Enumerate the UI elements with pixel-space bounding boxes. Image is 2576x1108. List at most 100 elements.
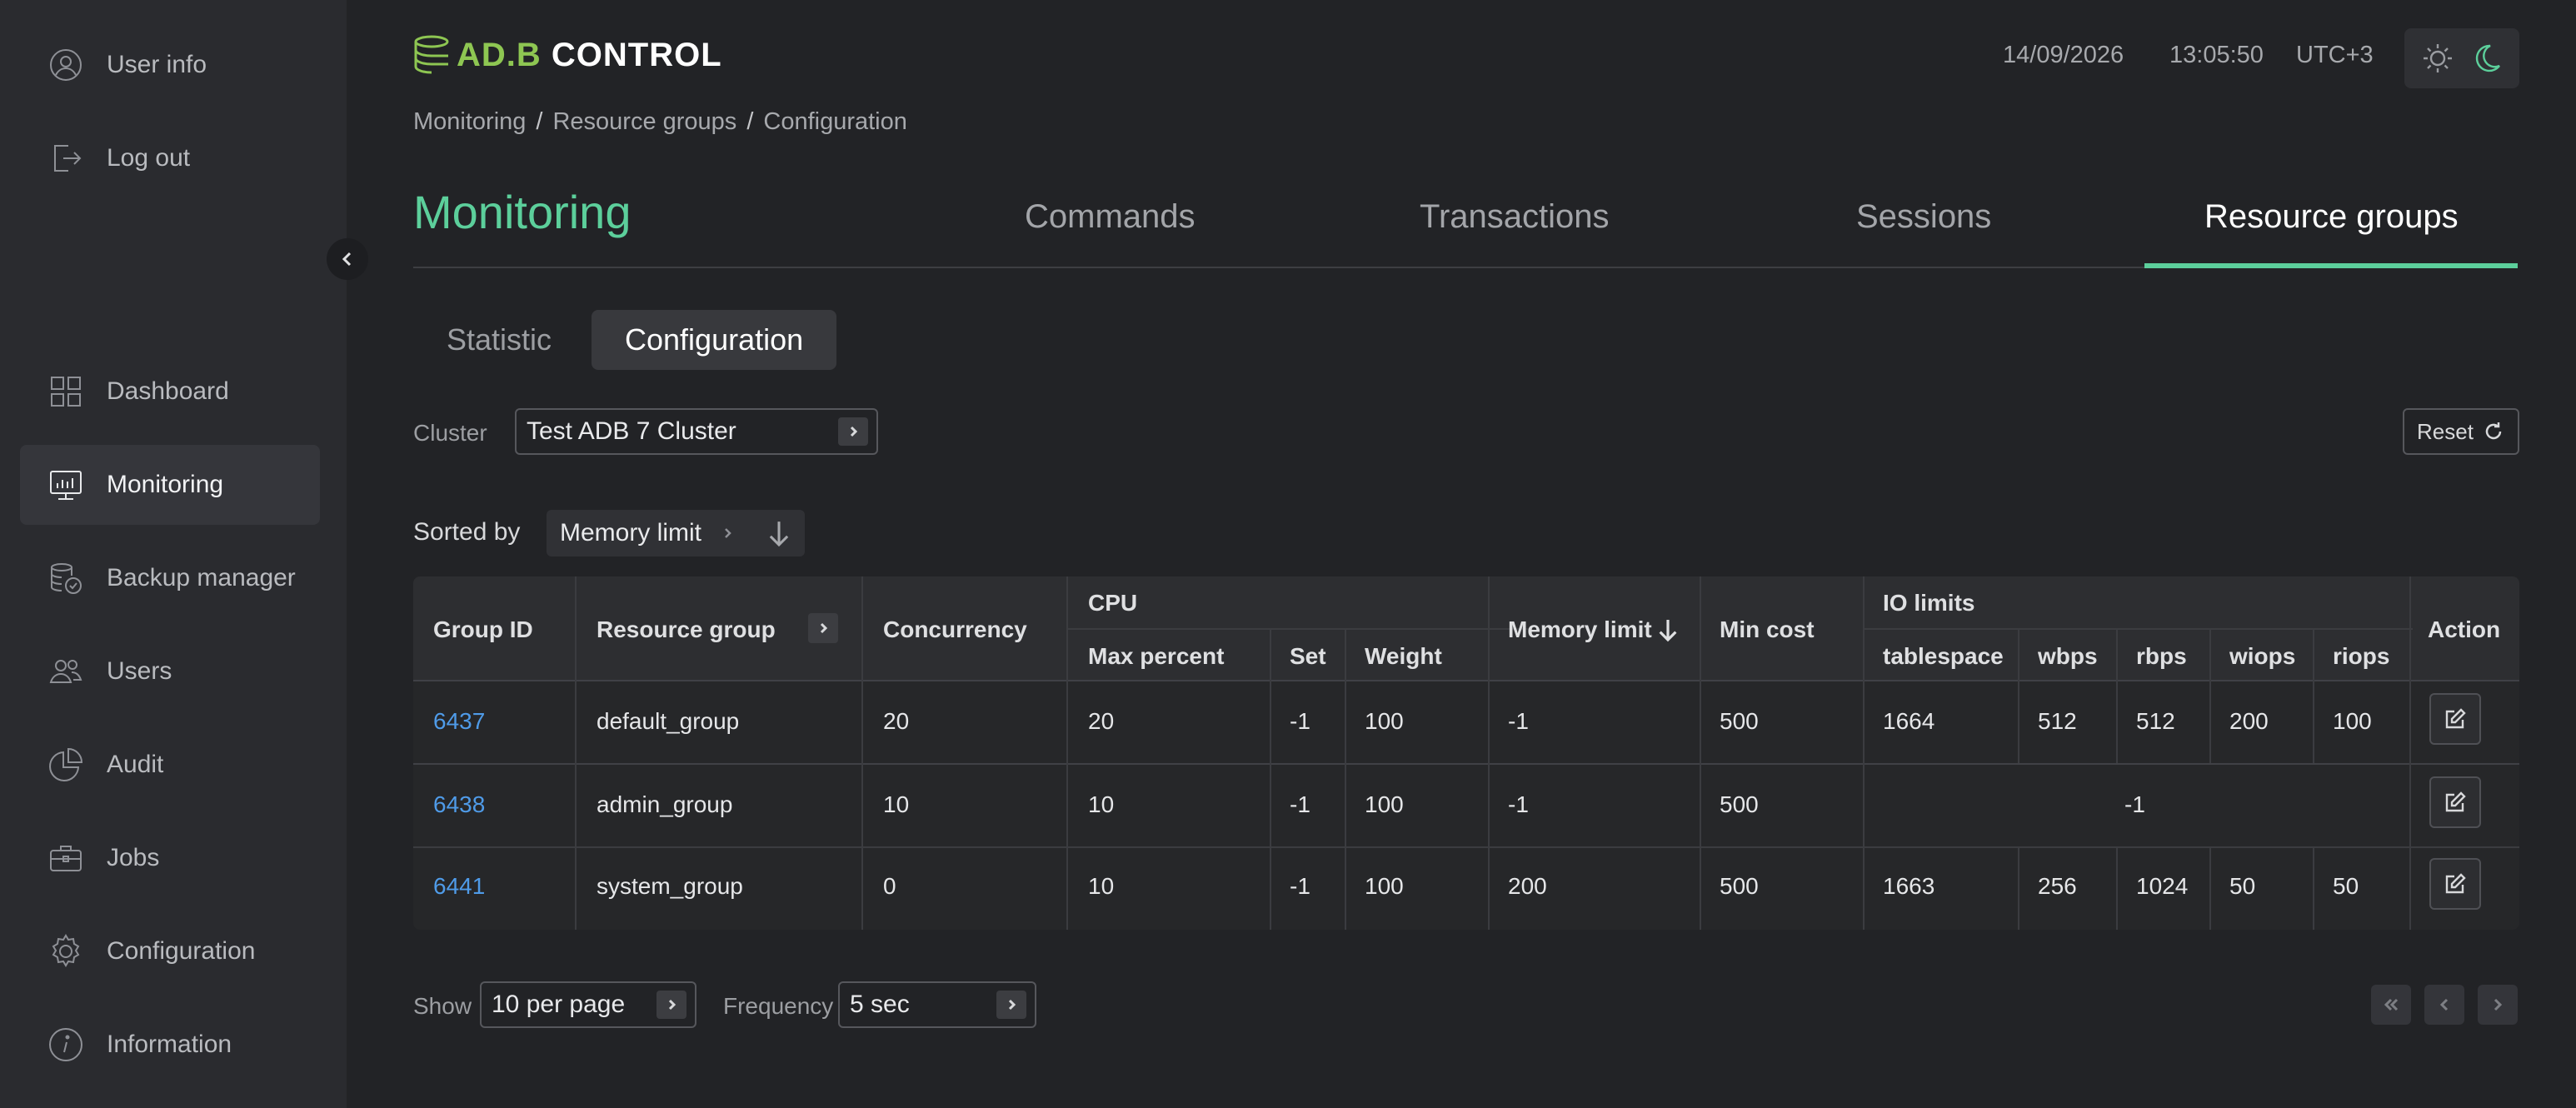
sidebar-item-label: User info: [107, 51, 207, 78]
sidebar-item-information[interactable]: Information: [20, 1005, 320, 1085]
first-page-button[interactable]: [2371, 985, 2411, 1025]
database-logo-icon: [414, 35, 449, 74]
sidebar-item-log-out[interactable]: Log out: [20, 118, 320, 198]
column-header-wbps[interactable]: wbps: [2038, 643, 2098, 670]
logo: AD.B CONTROL: [413, 32, 722, 78]
edit-icon: [2445, 791, 2466, 812]
column-divider: [1863, 576, 1865, 930]
cluster-select-value: Test ADB 7 Cluster: [527, 417, 736, 445]
sidebar-item-label: Jobs: [107, 844, 160, 871]
sidebar-item-configuration[interactable]: Configuration: [20, 911, 320, 991]
tab-commands[interactable]: Commands: [1025, 198, 1196, 236]
column-header-set[interactable]: Set: [1290, 643, 1326, 670]
sidebar-item-label: Audit: [107, 751, 164, 778]
info-icon: [47, 1026, 85, 1064]
collapse-sidebar-button[interactable]: [327, 238, 368, 280]
chevron-right-icon: [656, 991, 686, 1019]
frequency-value: 5 sec: [850, 991, 910, 1018]
column-header-tablespace[interactable]: tablespace: [1883, 643, 2004, 670]
active-tab-indicator: [2144, 263, 2518, 268]
jobs-icon: [47, 839, 85, 877]
edit-icon: [2445, 708, 2466, 729]
resource-groups-table: Group ID Resource group Concurrency CPU …: [413, 576, 2519, 930]
rbps-cell: 512: [2136, 708, 2175, 734]
theme-toggle[interactable]: [2404, 28, 2519, 88]
group-id-link[interactable]: 6438: [433, 791, 485, 818]
chevron-left-icon: [2439, 998, 2449, 1011]
subtab-configuration[interactable]: Configuration: [592, 310, 837, 370]
backup-icon: [47, 559, 85, 597]
tab-transactions[interactable]: Transactions: [1420, 198, 1610, 236]
sidebar-item-monitoring[interactable]: Monitoring: [20, 445, 320, 525]
group-id-link[interactable]: 6441: [433, 873, 485, 900]
column-header-riops[interactable]: riops: [2333, 643, 2389, 670]
column-header-wiops[interactable]: wiops: [2229, 643, 2295, 670]
column-divider: [575, 576, 577, 930]
user-icon: [47, 46, 85, 84]
column-header-memory-limit[interactable]: Memory limit: [1508, 616, 1652, 643]
resource-group-cell: system_group: [597, 873, 743, 899]
double-chevron-left-icon: [2384, 998, 2399, 1011]
io-limits-merged-cell: -1: [2124, 791, 2145, 817]
sidebar-item-dashboard[interactable]: Dashboard: [20, 352, 320, 432]
sort-descending-icon[interactable]: [763, 517, 795, 549]
column-header-weight[interactable]: Weight: [1365, 643, 1442, 670]
reset-button[interactable]: Reset: [2403, 408, 2519, 455]
frequency-select[interactable]: 5 sec: [838, 981, 1036, 1028]
resource-group-cell: default_group: [597, 708, 740, 734]
tab-resource-groups[interactable]: Resource groups: [2204, 198, 2459, 236]
resource-group-cell: admin_group: [597, 791, 733, 817]
sidebar-item-audit[interactable]: Audit: [20, 725, 320, 805]
edit-button[interactable]: [2429, 858, 2481, 910]
sidebar-item-jobs[interactable]: Jobs: [20, 818, 320, 898]
column-divider: [2116, 846, 2118, 930]
weight-cell: 100: [1365, 708, 1404, 734]
sidebar: User info Log out Dashboard Monitoring B…: [0, 0, 368, 1108]
max-percent-cell: 20: [1088, 708, 1115, 734]
column-divider: [2313, 846, 2314, 930]
chevron-left-icon: [342, 252, 352, 267]
group-id-link[interactable]: 6437: [433, 708, 485, 735]
header-divider: [1863, 628, 2413, 630]
column-divider: [2209, 628, 2211, 763]
sun-icon[interactable]: [2421, 42, 2454, 75]
next-page-button[interactable]: [2478, 985, 2518, 1025]
tab-sessions[interactable]: Sessions: [1856, 198, 1991, 236]
row-divider: [413, 763, 2519, 765]
column-header-max-percent[interactable]: Max percent: [1088, 643, 1224, 670]
moon-icon[interactable]: [2470, 42, 2504, 75]
breadcrumb-item-monitoring[interactable]: Monitoring: [413, 108, 526, 136]
edit-button[interactable]: [2429, 776, 2481, 828]
rbps-cell: 1024: [2136, 873, 2189, 899]
column-divider: [1700, 576, 1701, 930]
audit-icon: [47, 746, 85, 784]
column-header-group-id[interactable]: Group ID: [433, 616, 533, 643]
sort-arrow-down-icon[interactable]: [1655, 616, 1681, 643]
sidebar-item-users[interactable]: Users: [20, 631, 320, 711]
edit-button[interactable]: [2429, 693, 2481, 745]
breadcrumb-item-resource-groups[interactable]: Resource groups: [552, 108, 736, 136]
column-header-concurrency[interactable]: Concurrency: [883, 616, 1027, 643]
page-size-select[interactable]: 10 per page: [480, 981, 696, 1028]
sidebar-item-user-info[interactable]: User info: [20, 25, 320, 105]
min-cost-cell: 500: [1720, 791, 1759, 817]
row-divider: [413, 846, 2519, 848]
sort-field-select[interactable]: Memory limit: [547, 510, 805, 556]
cluster-select[interactable]: Test ADB 7 Cluster: [515, 408, 878, 455]
max-percent-cell: 10: [1088, 791, 1115, 817]
tablespace-cell: 1664: [1883, 708, 1935, 734]
tablespace-cell: 1663: [1883, 873, 1935, 899]
column-expand-button[interactable]: [808, 613, 838, 643]
wiops-cell: 200: [2229, 708, 2269, 734]
min-cost-cell: 500: [1720, 708, 1759, 734]
prev-page-button[interactable]: [2424, 985, 2464, 1025]
monitoring-icon: [47, 466, 85, 504]
column-header-resource-group[interactable]: Resource group: [597, 616, 776, 643]
subtab-statistic[interactable]: Statistic: [413, 310, 585, 370]
column-header-rbps[interactable]: rbps: [2136, 643, 2187, 670]
header-date: 14/09/2026: [2003, 42, 2124, 68]
edit-icon: [2445, 873, 2466, 894]
sidebar-item-backup-manager[interactable]: Backup manager: [20, 538, 320, 618]
sidebar-item-label: Backup manager: [107, 564, 296, 591]
column-header-min-cost[interactable]: Min cost: [1720, 616, 1815, 643]
